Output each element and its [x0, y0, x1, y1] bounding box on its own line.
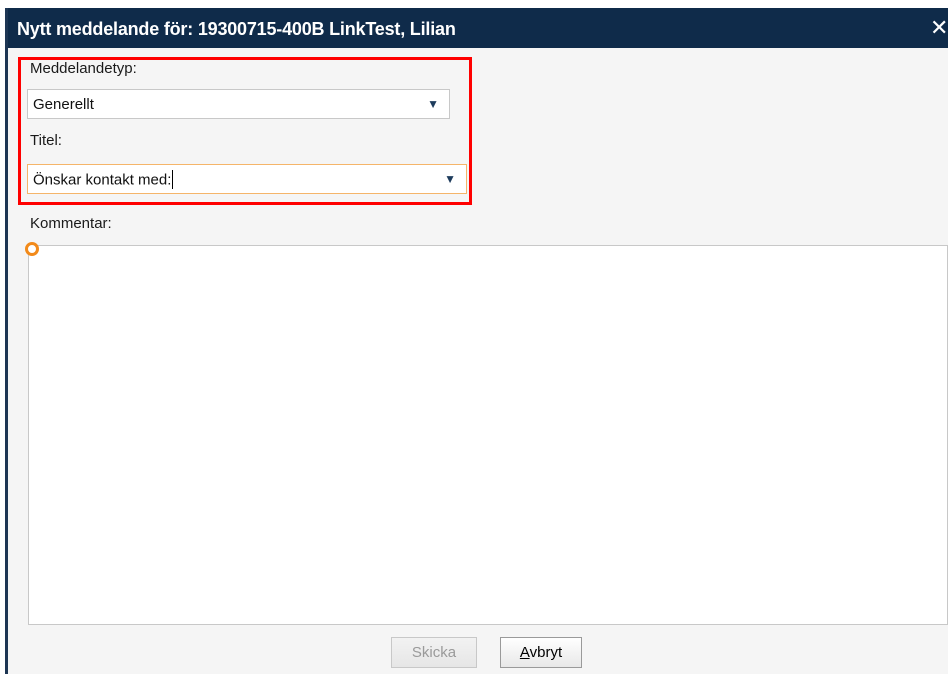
title-value: Önskar kontakt med: [33, 171, 172, 189]
chevron-down-icon[interactable]: ▼ [427, 97, 439, 111]
title-select[interactable]: Önskar kontakt med: ▼ [27, 164, 467, 194]
message-type-value: Generellt [33, 96, 94, 113]
text-caret [172, 170, 174, 189]
cancel-button[interactable]: Avbryt [500, 637, 582, 668]
dialog-title: Nytt meddelande för: 19300715-400B LinkT… [17, 19, 456, 39]
message-type-select[interactable]: Generellt ▼ [27, 89, 450, 119]
new-message-dialog: Nytt meddelande för: 19300715-400B LinkT… [5, 8, 948, 674]
comment-textarea[interactable] [28, 245, 948, 625]
message-type-label: Meddelandetyp: [30, 60, 137, 77]
cancel-mnemonic: A [519, 644, 530, 661]
title-value-wrap: Önskar kontakt med: [33, 170, 174, 190]
chevron-down-icon[interactable]: ▼ [444, 172, 456, 186]
title-label: Titel: [30, 132, 62, 149]
send-button[interactable]: Skicka [391, 637, 477, 668]
comment-label: Kommentar: [30, 215, 112, 232]
required-indicator-icon [25, 242, 39, 256]
page: Nytt meddelande för: 19300715-400B LinkT… [0, 0, 948, 674]
cancel-label-rest: vbryt [529, 644, 563, 661]
close-icon[interactable]: ✕ [930, 14, 948, 42]
dialog-titlebar[interactable]: Nytt meddelande för: 19300715-400B LinkT… [8, 8, 948, 48]
